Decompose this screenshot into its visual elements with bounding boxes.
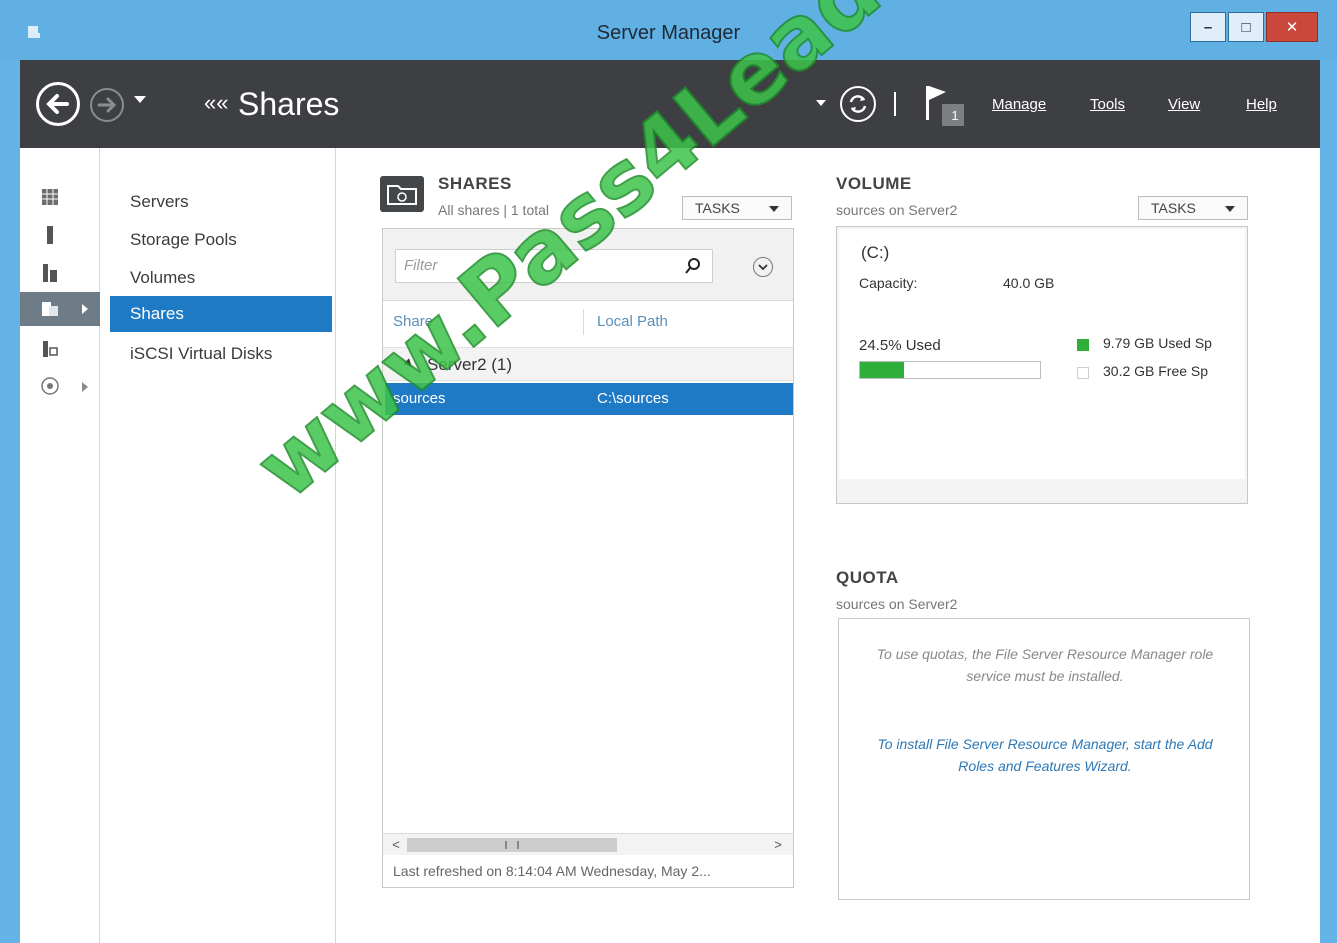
history-dropdown-icon[interactable] bbox=[134, 96, 146, 103]
header-separator bbox=[894, 92, 896, 116]
dashboard-icon[interactable] bbox=[42, 188, 58, 206]
volume-subtitle: sources on Server2 bbox=[836, 202, 958, 218]
refresh-button[interactable] bbox=[840, 86, 876, 122]
maximize-button[interactable]: □ bbox=[1228, 12, 1264, 42]
free-space-swatch bbox=[1077, 367, 1089, 379]
used-space-swatch bbox=[1077, 339, 1089, 351]
shares-list-panel: Filter Share Local Path Server2 (1) sour… bbox=[382, 228, 794, 888]
subnav-item-servers[interactable]: Servers bbox=[110, 184, 332, 220]
table-row[interactable]: sources C:\sources bbox=[385, 383, 793, 415]
horizontal-scrollbar[interactable]: < > bbox=[383, 833, 793, 855]
chevron-down-icon bbox=[769, 206, 779, 212]
refresh-icon bbox=[849, 95, 867, 113]
subnav-item-shares[interactable]: Shares bbox=[110, 296, 332, 332]
icon-rail bbox=[20, 148, 100, 943]
expand-arrow-icon bbox=[82, 304, 88, 314]
quota-panel: To use quotas, the File Server Resource … bbox=[838, 618, 1250, 900]
server-manager-window: Server Manager – □ ✕ «« Shares 1 Manage … bbox=[0, 0, 1337, 943]
roles-icon[interactable] bbox=[40, 376, 60, 396]
menu-help[interactable]: Help bbox=[1246, 96, 1277, 113]
menu-view[interactable]: View bbox=[1168, 96, 1200, 113]
capacity-value: 40.0 GB bbox=[1003, 275, 1055, 291]
shares-title: SHARES bbox=[438, 174, 512, 193]
server-group-label: Server2 (1) bbox=[427, 355, 513, 374]
free-space-label: 30.2 GB Free Sp bbox=[1103, 363, 1209, 379]
forward-arrow-icon bbox=[97, 97, 117, 113]
scroll-grip-icon bbox=[505, 841, 519, 849]
title-bar: Server Manager – □ ✕ bbox=[0, 0, 1337, 60]
share-folder-icon bbox=[387, 185, 417, 205]
share-name-cell: sources bbox=[393, 390, 446, 407]
filter-bar: Filter bbox=[383, 229, 793, 301]
breadcrumb-title: Shares bbox=[238, 86, 340, 122]
back-button[interactable] bbox=[36, 82, 80, 126]
subnav-item-storage-pools[interactable]: Storage Pools bbox=[110, 222, 332, 258]
file-storage-subnav: Servers Storage Pools Volumes Shares iSC… bbox=[100, 148, 336, 943]
filter-input[interactable]: Filter bbox=[395, 249, 713, 283]
menu-tools[interactable]: Tools bbox=[1090, 96, 1125, 113]
rail-item-file-storage[interactable] bbox=[20, 292, 100, 326]
volume-panel: (C:) Capacity: 40.0 GB 24.5% Used 9.79 G… bbox=[836, 226, 1248, 504]
search-icon[interactable] bbox=[684, 257, 702, 275]
volume-details: (C:) Capacity: 40.0 GB 24.5% Used 9.79 G… bbox=[839, 229, 1245, 479]
column-header-local-path[interactable]: Local Path bbox=[597, 313, 668, 330]
shares-section-icon bbox=[380, 176, 424, 212]
roles-expand-icon[interactable] bbox=[82, 382, 88, 392]
volume-tasks-button[interactable]: TASKS bbox=[1138, 196, 1248, 220]
subnav-item-volumes[interactable]: Volumes bbox=[110, 260, 332, 296]
volume-title: VOLUME bbox=[836, 174, 912, 193]
shares-subtitle: All shares | 1 total bbox=[438, 202, 550, 218]
local-server-icon[interactable] bbox=[42, 226, 58, 244]
file-storage-icon bbox=[42, 302, 58, 316]
column-divider bbox=[583, 309, 584, 335]
expand-filter-button[interactable] bbox=[753, 257, 773, 277]
breadcrumb-expand-icon[interactable]: «« bbox=[204, 90, 228, 116]
notification-count-badge: 1 bbox=[951, 108, 959, 123]
notifications-flag-icon[interactable] bbox=[922, 82, 970, 128]
quota-info-message: To use quotas, the File Server Resource … bbox=[876, 646, 1214, 684]
collapse-triangle-icon[interactable] bbox=[403, 358, 415, 370]
scroll-right-button[interactable]: > bbox=[769, 836, 787, 854]
refresh-dropdown-icon[interactable] bbox=[816, 100, 826, 106]
all-servers-icon[interactable] bbox=[42, 264, 58, 282]
install-fsrm-link[interactable]: To install File Server Resource Manager,… bbox=[859, 733, 1231, 777]
quota-subtitle: sources on Server2 bbox=[836, 596, 958, 612]
header-bar: «« Shares 1 Manage Tools View Help bbox=[20, 60, 1320, 148]
menu-manage[interactable]: Manage bbox=[992, 96, 1046, 113]
minimize-button[interactable]: – bbox=[1190, 12, 1226, 42]
scroll-thumb[interactable] bbox=[407, 838, 617, 852]
capacity-label: Capacity: bbox=[859, 275, 918, 291]
usage-bar bbox=[859, 361, 1041, 379]
iis-icon[interactable] bbox=[42, 340, 58, 358]
chevron-down-icon bbox=[758, 264, 768, 271]
quota-title: QUOTA bbox=[836, 568, 899, 587]
window-title: Server Manager bbox=[596, 22, 741, 44]
subnav-item-iscsi-virtual-disks[interactable]: iSCSI Virtual Disks bbox=[110, 336, 332, 372]
server-group-row[interactable]: Server2 (1) bbox=[383, 347, 793, 381]
filter-placeholder: Filter bbox=[404, 257, 438, 274]
used-space-label: 9.79 GB Used Sp bbox=[1103, 335, 1212, 351]
volume-tasks-label: TASKS bbox=[1151, 200, 1196, 216]
scroll-left-button[interactable]: < bbox=[387, 836, 405, 854]
drive-label: (C:) bbox=[861, 243, 890, 262]
close-button[interactable]: ✕ bbox=[1266, 12, 1318, 42]
used-percent-label: 24.5% Used bbox=[859, 337, 941, 354]
shares-tasks-button[interactable]: TASKS bbox=[682, 196, 792, 220]
main-content: Servers Storage Pools Volumes Shares iSC… bbox=[20, 148, 1320, 943]
shares-tasks-label: TASKS bbox=[695, 200, 740, 216]
chevron-down-icon bbox=[1225, 206, 1235, 212]
local-path-cell: C:\sources bbox=[597, 390, 669, 407]
last-refreshed-status: Last refreshed on 8:14:04 AM Wednesday, … bbox=[393, 863, 711, 879]
forward-button[interactable] bbox=[90, 88, 124, 122]
column-header-share[interactable]: Share bbox=[393, 313, 433, 330]
back-arrow-icon bbox=[46, 94, 69, 114]
usage-bar-fill bbox=[860, 362, 905, 378]
